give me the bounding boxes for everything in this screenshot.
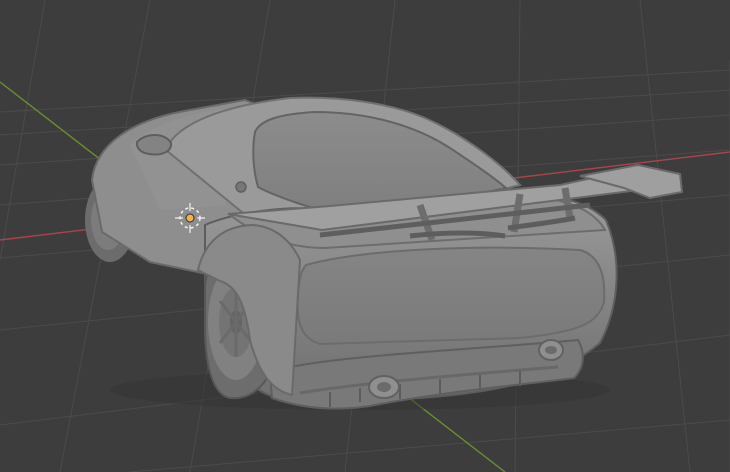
rear-bumper [296, 246, 606, 346]
3d-viewport[interactable] [0, 0, 730, 472]
car-model[interactable] [85, 96, 684, 410]
side-mirror [135, 134, 173, 156]
fuel-cap [235, 181, 247, 193]
viewport-canvas[interactable] [0, 0, 730, 472]
